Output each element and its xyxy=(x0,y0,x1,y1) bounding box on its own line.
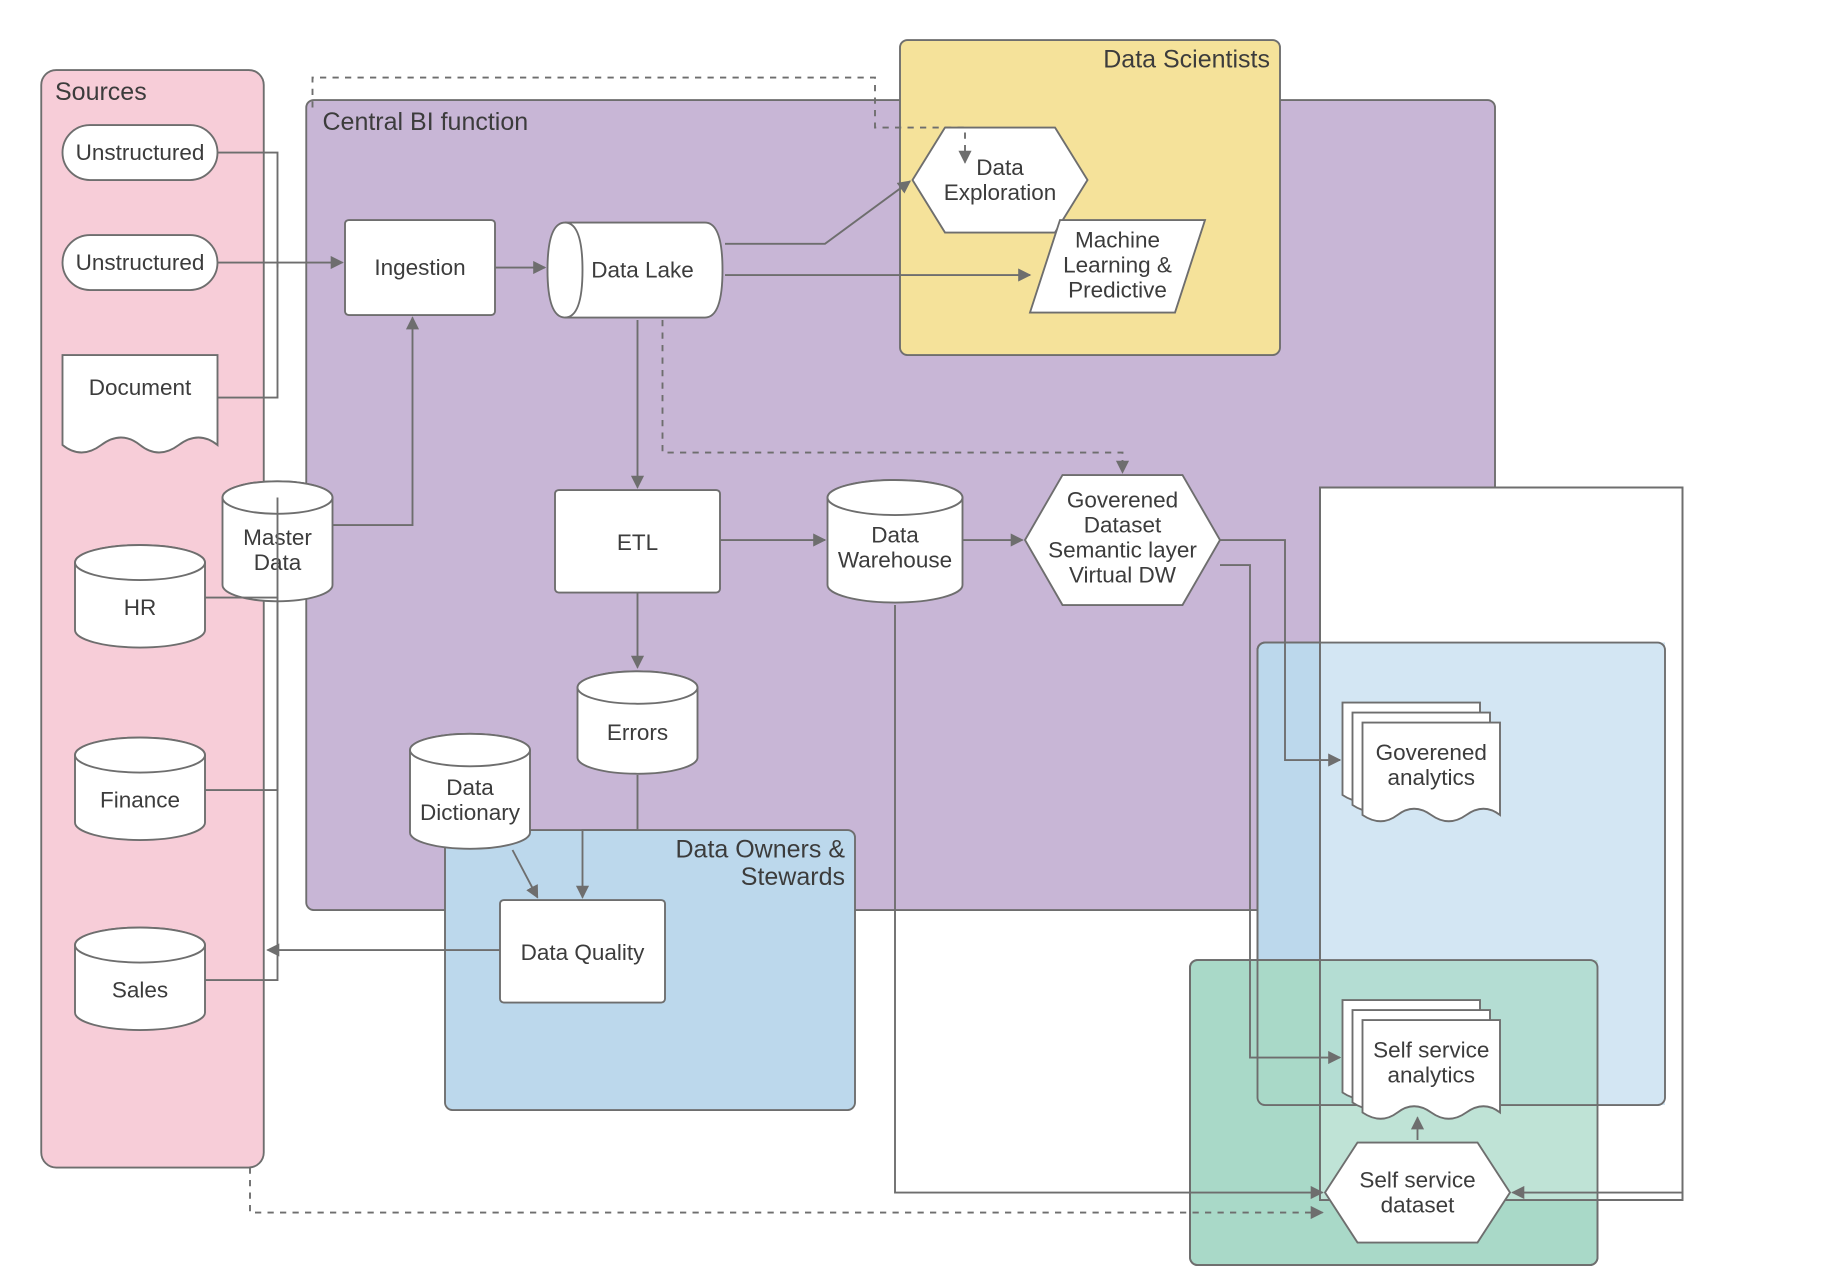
node-sales-label: Sales xyxy=(112,978,168,1003)
node-data-dictionary-label-1: Data xyxy=(446,775,494,800)
node-etl-label: ETL xyxy=(617,530,658,555)
group-sources-label: Sources xyxy=(55,78,147,106)
node-data-exploration-l1: Data xyxy=(976,155,1024,180)
node-governed-dataset-l4: Virtual DW xyxy=(1069,563,1177,588)
group-data-scientists-label: Data Scientists xyxy=(1103,46,1270,74)
node-finance-label: Finance xyxy=(100,788,180,813)
node-governed-dataset-l1: Goverened xyxy=(1067,488,1178,513)
node-ml-l1: Machine xyxy=(1075,228,1160,253)
node-data-quality-label: Data Quality xyxy=(521,940,646,965)
node-ml-l3: Predictive xyxy=(1068,278,1167,303)
node-unstructured-1-label: Unstructured xyxy=(76,140,205,165)
node-ssa-l2: analytics xyxy=(1387,1063,1475,1088)
group-data-owners-label-1: Data Owners & xyxy=(675,836,845,864)
node-data-lake-label: Data Lake xyxy=(591,258,694,283)
node-ingestion-label: Ingestion xyxy=(374,255,465,280)
node-ml-l2: Learning & xyxy=(1063,253,1172,278)
node-errors-label: Errors xyxy=(607,720,668,745)
node-ssd-l1: Self service xyxy=(1359,1168,1475,1193)
node-governed-dataset-l2: Dataset xyxy=(1084,513,1162,538)
node-ssa-l1: Self service xyxy=(1373,1038,1489,1063)
node-governed-analytics-l1: Goverened xyxy=(1376,740,1487,765)
architecture-diagram: Sources Central BI function Data Scienti… xyxy=(0,0,1840,1280)
group-central-bi-label: Central BI function xyxy=(323,108,529,136)
node-data-dictionary-label-2: Dictionary xyxy=(420,800,521,825)
node-hr-label: HR xyxy=(124,595,157,620)
node-data-warehouse-label-1: Data xyxy=(871,523,919,548)
node-data-warehouse-label-2: Warehouse xyxy=(838,548,952,573)
node-document-label: Document xyxy=(89,375,192,400)
group-data-owners-label-2: Stewards xyxy=(741,863,845,891)
node-unstructured-2-label: Unstructured xyxy=(76,250,205,275)
node-governed-analytics-l2: analytics xyxy=(1387,765,1475,790)
node-document xyxy=(63,355,218,453)
node-data-exploration-l2: Exploration xyxy=(944,180,1057,205)
node-governed-dataset-l3: Semantic layer xyxy=(1048,538,1197,563)
node-ssd-l2: dataset xyxy=(1381,1193,1456,1218)
